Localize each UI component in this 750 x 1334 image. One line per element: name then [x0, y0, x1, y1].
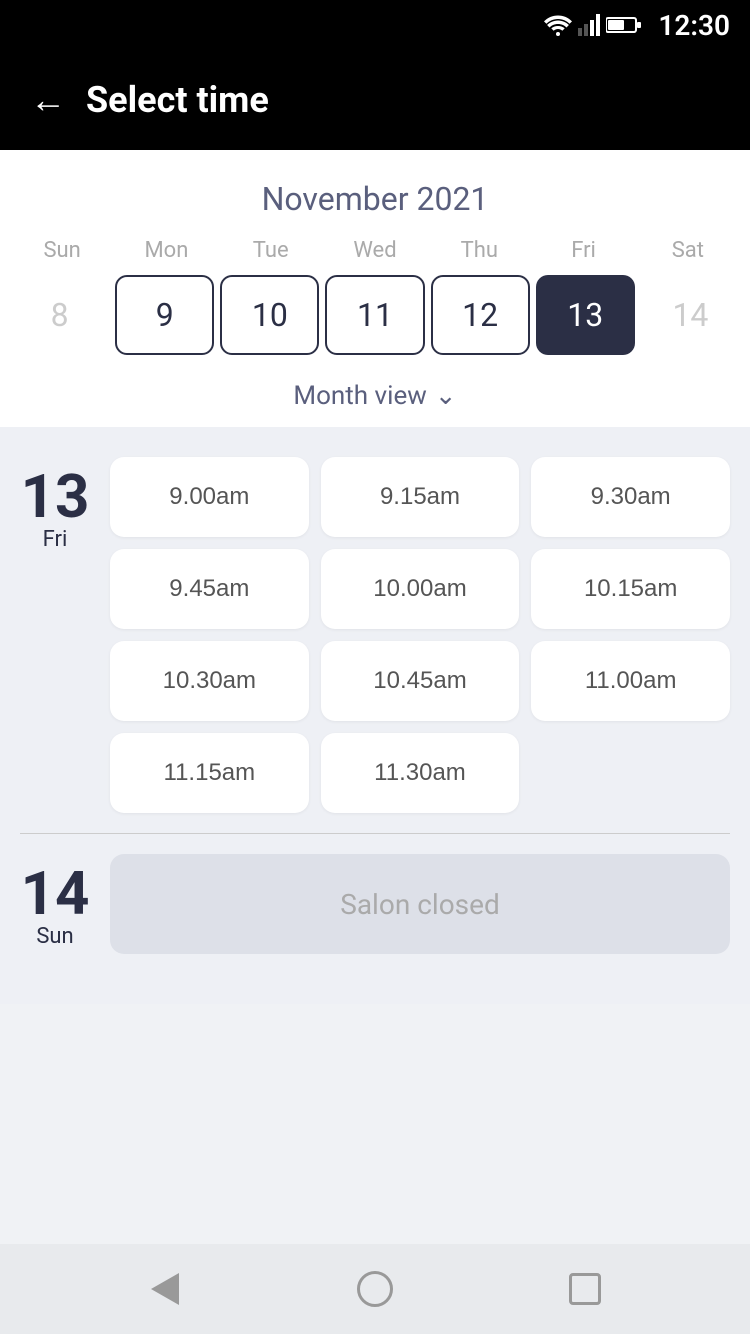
bottom-pad — [0, 1004, 750, 1104]
nav-recents-button[interactable] — [560, 1264, 610, 1314]
day-label-13: 13Fri — [20, 457, 90, 813]
time-slot-9-45am[interactable]: 9.45am — [110, 549, 309, 629]
day-header-wed: Wed — [323, 234, 427, 267]
day-block-14: 14Sun Salon closed — [20, 854, 730, 954]
back-button[interactable]: ← — [30, 82, 66, 118]
divider-1 — [20, 833, 730, 834]
day-header-mon: Mon — [114, 234, 218, 267]
cal-day-8: 8 — [10, 275, 109, 355]
nav-back-button[interactable] — [140, 1264, 190, 1314]
time-slot-9-00am[interactable]: 9.00am — [110, 457, 309, 537]
slots-grid-13: 9.00am9.15am9.30am9.45am10.00am10.15am10… — [110, 457, 730, 813]
time-slot-10-15am[interactable]: 10.15am — [531, 549, 730, 629]
time-slot-9-30am[interactable]: 9.30am — [531, 457, 730, 537]
nav-home-button[interactable] — [350, 1264, 400, 1314]
header-title: Select time — [86, 79, 269, 121]
day-header-tue: Tue — [219, 234, 323, 267]
cal-day-14: 14 — [641, 275, 740, 355]
chevron-down-icon: ⌄ — [435, 381, 457, 411]
day-header-sat: Sat — [636, 234, 740, 267]
time-slot-11-00am[interactable]: 11.00am — [531, 641, 730, 721]
cal-day-10[interactable]: 10 — [220, 275, 319, 355]
day-header-thu: Thu — [427, 234, 531, 267]
day-name-Sun: Sun — [36, 924, 73, 949]
calendar-week: 891011121314 — [0, 267, 750, 371]
time-slot-10-30am[interactable]: 10.30am — [110, 641, 309, 721]
calendar-month: November 2021 — [0, 170, 750, 234]
time-slot-10-00am[interactable]: 10.00am — [321, 549, 520, 629]
battery-icon — [606, 16, 642, 34]
day-number-14: 14 — [21, 864, 90, 924]
day-block-13: 13Fri 9.00am9.15am9.30am 9.45am10.00am10.1… — [20, 457, 730, 813]
status-icons — [544, 14, 642, 36]
day-name-Fri: Fri — [43, 527, 68, 552]
signal-icon — [578, 14, 600, 36]
day-number-13: 13 — [21, 467, 90, 527]
nav-bar — [0, 1244, 750, 1334]
time-slot-11-15am[interactable]: 11.15am — [110, 733, 309, 813]
time-slot-9-15am[interactable]: 9.15am — [321, 457, 520, 537]
cal-day-9[interactable]: 9 — [115, 275, 214, 355]
time-slot-11-30am[interactable]: 11.30am — [321, 733, 520, 813]
time-slot-10-45am[interactable]: 10.45am — [321, 641, 520, 721]
salon-closed-label: Salon closed — [110, 854, 730, 954]
slots-section: 13Fri 9.00am9.15am9.30am 9.45am10.00am10.1… — [0, 427, 750, 1004]
calendar-section: November 2021 Sun Mon Tue Wed Thu Fri Sa… — [0, 150, 750, 427]
month-view-toggle[interactable]: Month view ⌄ — [0, 371, 750, 427]
cal-day-11[interactable]: 11 — [325, 275, 424, 355]
header: ← Select time — [0, 50, 750, 150]
cal-day-13[interactable]: 13 — [536, 275, 635, 355]
wifi-icon — [544, 14, 572, 36]
status-time: 12:30 — [658, 9, 730, 42]
day-header-sun: Sun — [10, 234, 114, 267]
recents-square-icon — [569, 1273, 601, 1305]
calendar-days-header: Sun Mon Tue Wed Thu Fri Sat — [0, 234, 750, 267]
cal-day-12[interactable]: 12 — [431, 275, 530, 355]
day-header-fri: Fri — [531, 234, 635, 267]
day-label-14: 14Sun — [20, 854, 90, 954]
status-bar: 12:30 — [0, 0, 750, 50]
month-view-label: Month view — [293, 381, 426, 411]
back-triangle-icon — [151, 1273, 179, 1305]
home-circle-icon — [357, 1271, 393, 1307]
